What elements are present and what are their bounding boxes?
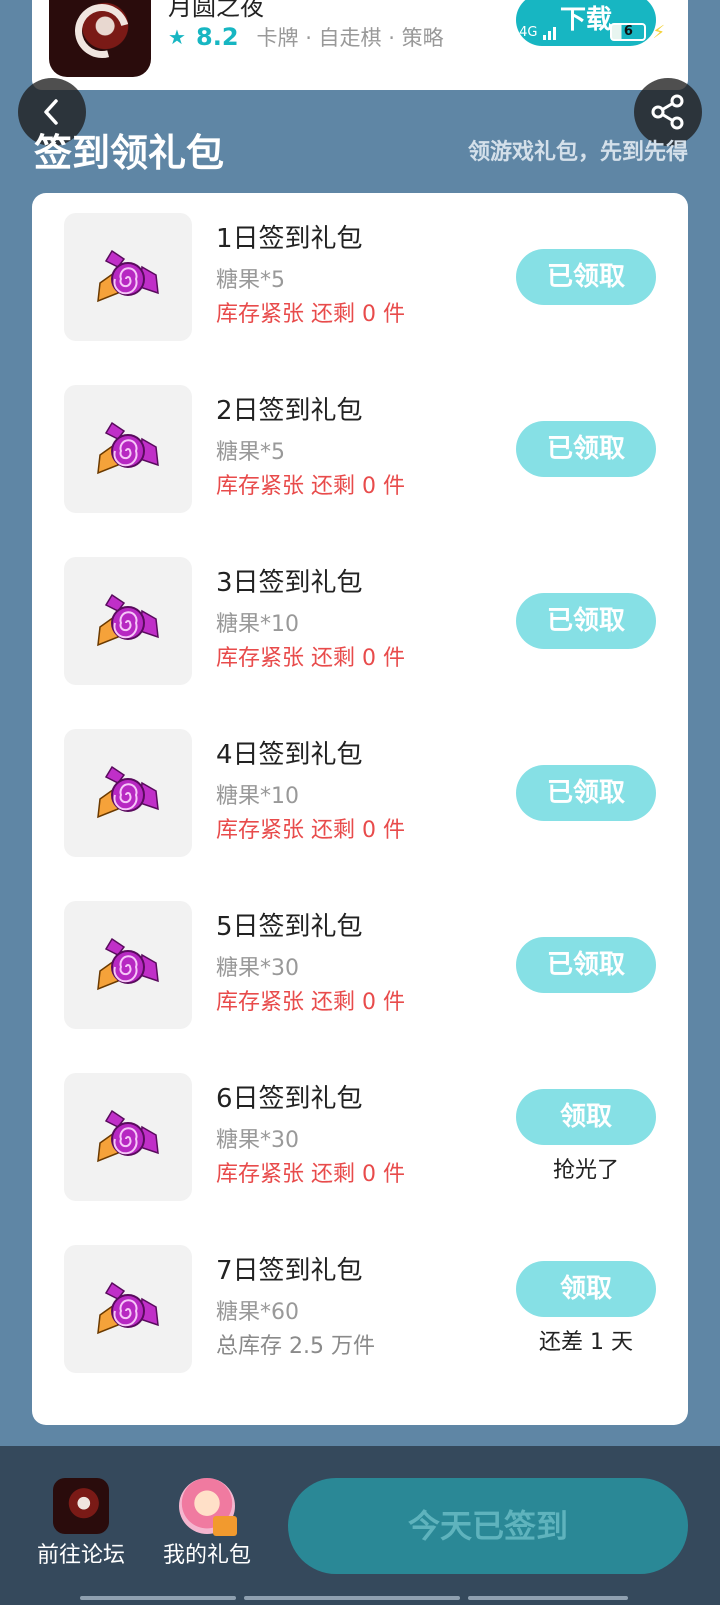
game-rating: ★ 8.2 卡牌 · 自走棋 · 策略 bbox=[168, 22, 444, 52]
gift-thumbnail bbox=[64, 385, 192, 513]
gift-content: 糖果*60 bbox=[216, 1300, 299, 1325]
gift-row: 5日签到礼包 糖果*30 库存紧张 还剩 0 件 已领取 bbox=[32, 901, 688, 1029]
gift-stock: 库存紧张 还剩 0 件 bbox=[216, 818, 405, 843]
bottom-bar: 前往论坛 我的礼包 今天已签到 bbox=[0, 1446, 720, 1605]
gift-thumbnail bbox=[64, 901, 192, 1029]
claim-button[interactable]: 领取 bbox=[516, 1261, 656, 1317]
gift-content: 糖果*5 bbox=[216, 268, 285, 293]
gift-thumbnail bbox=[64, 1245, 192, 1373]
gift-content: 糖果*30 bbox=[216, 956, 299, 981]
network-label-2: 4G bbox=[519, 24, 538, 40]
candy-icon bbox=[97, 421, 159, 475]
gift-row: 7日签到礼包 糖果*60 总库存 2.5 万件 领取 还差 1 天 bbox=[32, 1245, 688, 1373]
forum-label: 前往论坛 bbox=[36, 1543, 125, 1568]
gift-stock: 库存紧张 还剩 0 件 bbox=[216, 302, 405, 327]
candy-icon bbox=[97, 593, 159, 647]
candy-icon bbox=[97, 249, 159, 303]
claim-button[interactable]: 已领取 bbox=[516, 593, 656, 649]
gift-thumbnail bbox=[64, 213, 192, 341]
gift-thumbnail bbox=[64, 1073, 192, 1201]
claim-button[interactable]: 已领取 bbox=[516, 249, 656, 305]
status-overlay: G 4G 6 ⚡ bbox=[484, 20, 684, 44]
rating-value: 8.2 bbox=[196, 23, 239, 51]
gift-stock: 库存紧张 还剩 0 件 bbox=[216, 1162, 405, 1187]
gift-name: 4日签到礼包 bbox=[216, 740, 363, 770]
gift-row: 4日签到礼包 糖果*10 库存紧张 还剩 0 件 已领取 bbox=[32, 729, 688, 857]
gift-stock: 库存紧张 还剩 0 件 bbox=[216, 474, 405, 499]
gift-thumbnail bbox=[64, 557, 192, 685]
gift-content: 糖果*10 bbox=[216, 612, 299, 637]
forum-icon bbox=[53, 1478, 109, 1534]
candy-icon bbox=[97, 1281, 159, 1335]
gift-stock: 库存紧张 还剩 0 件 bbox=[216, 646, 405, 671]
signal-icon bbox=[500, 24, 514, 40]
claim-button[interactable]: 已领取 bbox=[516, 937, 656, 993]
claim-button[interactable]: 已领取 bbox=[516, 765, 656, 821]
gift-row: 2日签到礼包 糖果*5 库存紧张 还剩 0 件 已领取 bbox=[32, 385, 688, 513]
gift-row: 3日签到礼包 糖果*10 库存紧张 还剩 0 件 已领取 bbox=[32, 557, 688, 685]
my-gifts-link[interactable]: 我的礼包 bbox=[152, 1478, 262, 1570]
my-gifts-label: 我的礼包 bbox=[162, 1543, 251, 1568]
share-icon bbox=[651, 94, 684, 130]
gift-content: 糖果*30 bbox=[216, 1128, 299, 1153]
gift-content: 糖果*5 bbox=[216, 440, 285, 465]
gesture-bar bbox=[0, 1596, 720, 1602]
forum-link[interactable]: 前往论坛 bbox=[26, 1478, 136, 1570]
game-tags: 卡牌 · 自走棋 · 策略 bbox=[256, 26, 444, 50]
gift-name: 3日签到礼包 bbox=[216, 568, 363, 598]
claim-button[interactable]: 领取 bbox=[516, 1089, 656, 1145]
claim-button[interactable]: 已领取 bbox=[516, 421, 656, 477]
gift-thumbnail bbox=[64, 729, 192, 857]
gift-name: 7日签到礼包 bbox=[216, 1256, 363, 1286]
game-card[interactable]: 月圆之夜 ★ 8.2 卡牌 · 自走棋 · 策略 下载 bbox=[32, 0, 688, 90]
gift-stock: 总库存 2.5 万件 bbox=[216, 1334, 375, 1359]
game-icon[interactable] bbox=[49, 0, 151, 77]
section-subtitle: 领游戏礼包，先到先得 bbox=[467, 140, 688, 165]
gift-list: 1日签到礼包 糖果*5 库存紧张 还剩 0 件 已领取 2日签到礼包 糖果*5 … bbox=[32, 193, 688, 1425]
gift-stock: 库存紧张 还剩 0 件 bbox=[216, 990, 405, 1015]
gift-name: 2日签到礼包 bbox=[216, 396, 363, 426]
gift-name: 5日签到礼包 bbox=[216, 912, 363, 942]
gift-name: 1日签到礼包 bbox=[216, 224, 363, 254]
gift-name: 6日签到礼包 bbox=[216, 1084, 363, 1114]
signed-in-button[interactable]: 今天已签到 bbox=[288, 1478, 688, 1574]
gift-avatar-icon bbox=[179, 1478, 237, 1536]
battery-icon: 6 bbox=[610, 23, 647, 41]
gift-row: 1日签到礼包 糖果*5 库存紧张 还剩 0 件 已领取 bbox=[32, 213, 688, 341]
candy-icon bbox=[97, 1109, 159, 1163]
candy-icon bbox=[97, 765, 159, 819]
charging-bolt-icon: ⚡ bbox=[652, 21, 666, 43]
game-name: 月圆之夜 bbox=[168, 0, 264, 21]
section-title: 签到领礼包 bbox=[34, 131, 225, 175]
signal-icon-2 bbox=[543, 24, 557, 40]
network-label-1: G bbox=[484, 24, 495, 40]
claim-note: 还差 1 天 bbox=[539, 1330, 633, 1355]
battery-level: 6 bbox=[623, 24, 633, 39]
claim-note: 抢光了 bbox=[552, 1158, 619, 1183]
candy-icon bbox=[97, 937, 159, 991]
gift-row: 6日签到礼包 糖果*30 库存紧张 还剩 0 件 领取 抢光了 bbox=[32, 1073, 688, 1201]
gift-content: 糖果*10 bbox=[216, 784, 299, 809]
star-icon: ★ bbox=[168, 25, 186, 49]
